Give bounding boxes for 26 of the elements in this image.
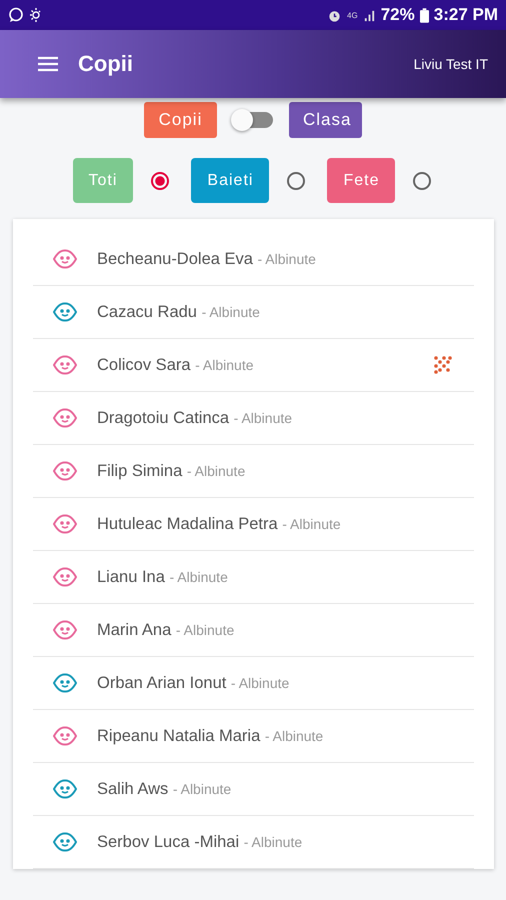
child-name: Salih Aws - Albinute (97, 780, 232, 798)
page-title: Copii (78, 51, 133, 77)
child-name: Dragotoiu Catinca - Albinute (97, 408, 292, 428)
battery-icon (420, 8, 429, 22)
child-name: Colicov Sara - Albinute (97, 356, 254, 374)
radio-button[interactable] (287, 172, 306, 190)
child-name: Ripeanu Natalia Maria - Albinute (97, 726, 324, 746)
child-name: Cazacu Radu - Albinute (97, 302, 260, 322)
class-view-button[interactable]: Clasa (289, 102, 362, 138)
battery-percent: 72% (380, 5, 415, 25)
child-name: Serbov Luca -Mihai - Albinute (97, 832, 302, 852)
view-switch[interactable] (233, 112, 273, 128)
child-name: Hutuleac Madalina Petra - Albinute (97, 514, 341, 534)
chat-icon (8, 7, 24, 23)
radio-button[interactable] (151, 172, 170, 190)
user-name: Liviu Test IT (414, 56, 488, 72)
clock: 3:27 PM (434, 5, 498, 25)
radio-button[interactable] (413, 172, 432, 190)
menu-icon[interactable] (38, 56, 58, 72)
child-name: Lianu Ina - Albinute (97, 568, 228, 586)
signal-icon (362, 8, 376, 22)
child-name: Orban Arian Ionut - Albinute (97, 674, 290, 692)
child-name: Marin Ana - Albinute (97, 620, 234, 640)
child-name: Filip Simina - Albinute (97, 462, 246, 480)
network-label: 4G (347, 10, 358, 20)
child-name: Becheanu-Dolea Eva - Albinute (97, 250, 316, 268)
